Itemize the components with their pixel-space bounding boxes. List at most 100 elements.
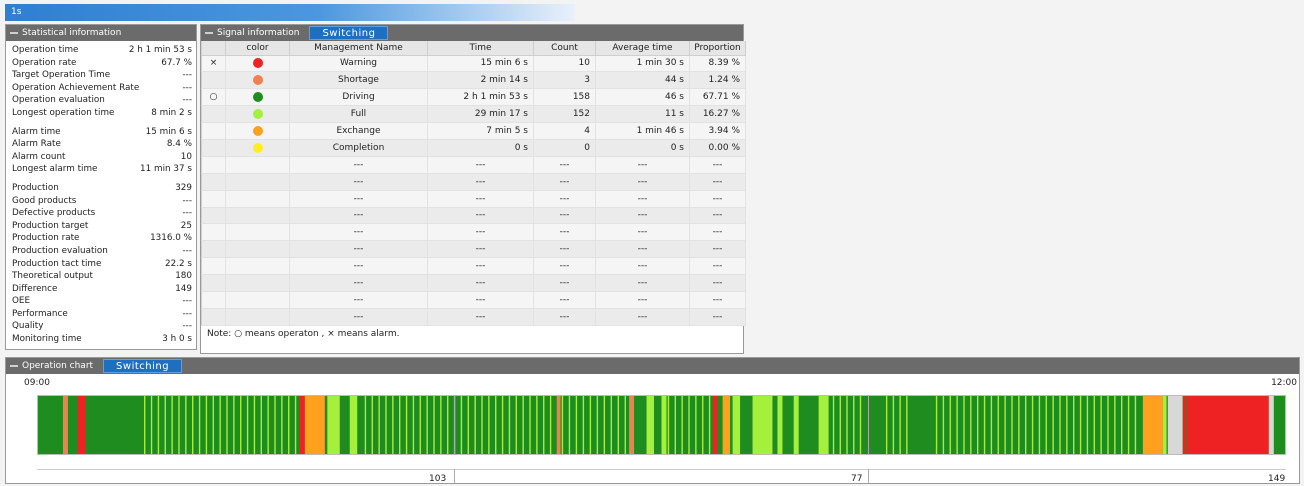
average-time-cell: 1 min 30 s [595,54,690,73]
collapse-icon[interactable] [205,32,213,34]
timeline-segment [589,396,592,454]
timeline-segment [460,396,463,454]
table-row[interactable]: Completion 0 s 0 0 s 0.00 % [201,138,746,157]
table-row[interactable]: Shortage 2 min 14 s 3 44 s 1.24 % [201,71,746,90]
timeline-segment [467,396,469,454]
status-mark [201,307,226,326]
timeline-segment [405,396,408,454]
stats-row: Production tact time 22.2 s [6,258,196,271]
signal-title: Signal information [217,28,300,38]
timeline-segment [508,396,511,454]
empty-cell: --- [427,307,534,326]
timeline-segment [219,396,221,454]
empty-cell: --- [289,189,428,208]
timeline-segment [62,396,68,454]
stats-row: Alarm count 10 [6,151,196,164]
stats-title: Statistical information [22,28,122,38]
stats-value: 10 [180,151,192,162]
timeline-segment [617,396,620,454]
stats-row: Production evaluation --- [6,245,196,258]
timeline-segment [674,396,676,454]
table-row-empty[interactable]: --- --- --- --- --- [201,206,746,225]
timeline-segment [143,396,146,454]
timeline-segment [1025,396,1027,454]
stats-value: 8 min 2 s [151,107,192,118]
time-cell: 29 min 17 s [427,105,534,124]
empty-cell: --- [689,257,746,276]
color-cell [225,71,290,90]
signal-color-icon [252,125,263,136]
stats-label: Longest operation time [12,107,115,118]
table-row[interactable]: Full 29 min 17 s 152 11 s 16.27 % [201,105,746,124]
stats-header: Statistical information [6,25,196,41]
stats-label: Difference [12,283,58,294]
table-row-empty[interactable]: --- --- --- --- --- [201,240,746,259]
count-label-1: 103 [429,474,447,484]
stats-row: Alarm time 15 min 6 s [6,126,196,139]
timeline-segment [1114,396,1116,454]
collapse-icon[interactable] [10,365,18,367]
interval-label: 1s [11,7,22,17]
color-cell [225,290,290,309]
status-mark: ○ [201,88,226,107]
timeline-segment [1004,396,1006,454]
timeline-segment [178,396,180,454]
stats-row: Quality --- [6,320,196,333]
timeline-segment [942,396,945,454]
switching-button[interactable]: Switching [309,26,389,40]
count-divider [454,469,455,483]
column-header: Average time [595,41,690,56]
table-row-empty[interactable]: --- --- --- --- --- [201,155,746,174]
collapse-icon[interactable] [10,32,18,34]
table-row-empty[interactable]: --- --- --- --- --- [201,307,746,326]
signal-color-icon [252,75,263,86]
management-name: Exchange [289,122,428,140]
timeline-segment [198,396,201,454]
status-mark [201,274,226,292]
table-row-empty[interactable]: --- --- --- --- --- [201,257,746,276]
chart-switching-button[interactable]: Switching [103,359,183,373]
stats-label: Longest alarm time [12,164,98,175]
timeline-segment [624,396,626,454]
timeline-segment [681,396,683,454]
stats-row: Target Operation Time --- [6,69,196,82]
timeline-segment [536,396,538,454]
empty-cell: --- [427,223,534,242]
timeline-segment [839,396,841,454]
empty-cell: --- [689,290,746,309]
table-row[interactable]: × Warning 15 min 6 s 10 1 min 30 s 8.39 … [201,54,746,73]
table-row-empty[interactable]: --- --- --- --- --- [201,172,746,191]
timeline-segment [281,396,283,454]
stats-label: Alarm Rate [12,139,61,150]
signal-color-icon [252,142,263,153]
operation-timeline-bar[interactable] [37,395,1286,455]
stats-value: 67.7 % [161,57,192,68]
stats-row: Monitoring time 3 h 0 s [6,333,196,346]
empty-cell: --- [289,155,428,174]
status-mark [201,138,226,157]
table-row-empty[interactable]: --- --- --- --- --- [201,274,746,292]
table-row-empty[interactable]: --- --- --- --- --- [201,189,746,208]
table-row[interactable]: ○ Driving 2 h 1 min 53 s 158 46 s 67.71 … [201,88,746,107]
stats-value: --- [182,296,192,307]
timeline-segment [488,396,490,454]
column-header: Management Name [289,41,428,56]
color-cell [225,172,290,191]
count-cell: 158 [533,88,596,107]
timeline-segment [1079,396,1082,454]
proportion-cell: 8.39 % [689,54,746,73]
start-time-label: 09:00 [24,378,50,388]
average-time-cell: 1 min 46 s [595,122,690,140]
timeline-segment [832,396,835,454]
table-row-empty[interactable]: --- --- --- --- --- [201,290,746,309]
color-cell [225,54,290,73]
empty-cell: --- [595,223,690,242]
timeline-segment [1093,396,1095,454]
time-cell: 2 min 14 s [427,71,534,90]
color-cell [225,274,290,292]
count-cell: 3 [533,71,596,90]
table-row[interactable]: Exchange 7 min 5 s 4 1 min 46 s 3.94 % [201,122,746,140]
timeline-segment [419,396,421,454]
stats-value: --- [182,321,192,332]
table-row-empty[interactable]: --- --- --- --- --- [201,223,746,242]
